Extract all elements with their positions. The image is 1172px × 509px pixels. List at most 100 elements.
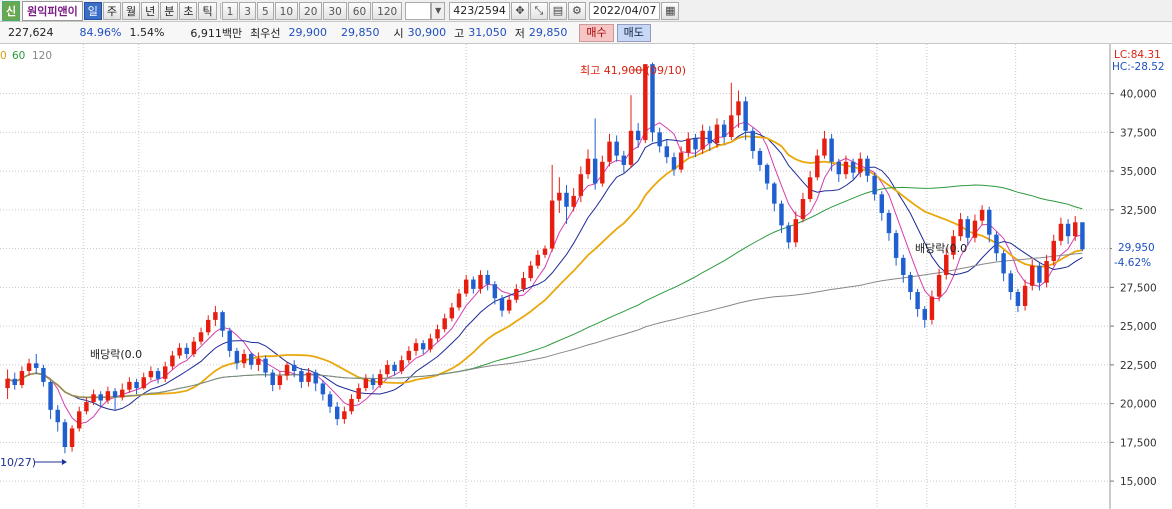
calendar-icon[interactable]: ▦ xyxy=(661,1,680,20)
candle-body xyxy=(12,378,17,385)
save-icon[interactable]: ▤ xyxy=(548,1,567,20)
interval-3-button[interactable]: 3 xyxy=(239,1,256,20)
candle-body xyxy=(635,130,641,141)
candle-body xyxy=(349,398,354,412)
candle-body xyxy=(392,364,397,372)
candle-body xyxy=(55,409,60,423)
y-tick-label: 32,500 xyxy=(1120,205,1157,217)
candle-body xyxy=(442,318,447,330)
period-day-button[interactable]: 일 xyxy=(83,1,102,20)
candle-body xyxy=(836,161,842,175)
candle-body xyxy=(234,350,240,364)
candle-body xyxy=(850,161,856,173)
low-arrow-head xyxy=(61,459,67,465)
candle-body xyxy=(463,279,469,294)
stock-name-field[interactable]: 원익피앤이 xyxy=(22,0,83,21)
annotation-arrows xyxy=(34,67,649,465)
period-tick-button[interactable]: 틱 xyxy=(198,1,217,20)
sell-button[interactable]: 매도 xyxy=(616,23,651,42)
candle-body xyxy=(521,278,526,289)
high-label: 고 xyxy=(454,26,465,40)
candle-body xyxy=(628,130,634,165)
candle-body xyxy=(664,146,670,158)
period-second-button[interactable]: 초 xyxy=(179,1,198,20)
y-tick-label: 25,000 xyxy=(1120,321,1157,333)
candle-body xyxy=(901,257,906,275)
candle-body xyxy=(829,138,834,162)
quote-bar: 227,624 84.96% 1.54% 6,911백만 최우선 29,900 … xyxy=(0,22,1172,44)
interval-30-button[interactable]: 30 xyxy=(323,1,347,20)
candle-body xyxy=(549,200,555,249)
candle-body xyxy=(514,288,519,300)
interval-1-button[interactable]: 1 xyxy=(221,1,239,20)
candle-body xyxy=(26,363,32,372)
candle-body xyxy=(793,219,799,243)
candle-body xyxy=(1030,265,1035,286)
candle-body xyxy=(772,183,777,204)
candle-body xyxy=(987,209,992,235)
candle-body xyxy=(406,350,412,361)
candle-body xyxy=(205,319,211,333)
open-label: 시 xyxy=(393,26,404,40)
candle-body xyxy=(729,115,734,137)
interval-60-button[interactable]: 60 xyxy=(347,1,372,20)
candle-body xyxy=(356,388,361,399)
candle-body xyxy=(69,428,75,447)
candle-body xyxy=(112,391,118,398)
candle-body xyxy=(177,347,182,356)
turnover-value: 1.54% xyxy=(129,26,165,39)
candle-body xyxy=(815,155,820,178)
buy-button[interactable]: 매수 xyxy=(579,23,614,42)
candle-body xyxy=(929,296,935,320)
dividend-annotation: 배당락(0.0 xyxy=(90,348,142,361)
candle-body xyxy=(743,101,748,131)
data-count-field[interactable]: 423/2594 xyxy=(449,1,510,20)
candle-body xyxy=(614,141,619,156)
candle-body xyxy=(270,372,275,385)
low-annotation: 10/27) xyxy=(0,456,36,469)
candle-body xyxy=(1051,240,1056,261)
candle-body xyxy=(600,161,605,184)
interval-20-button[interactable]: 20 xyxy=(299,1,323,20)
candle-body xyxy=(786,225,791,243)
candle-body xyxy=(492,284,498,299)
chevron-down-icon[interactable]: ▼ xyxy=(431,1,446,20)
custom-interval-input[interactable] xyxy=(405,1,432,20)
gear-icon[interactable]: ⚙ xyxy=(567,1,586,20)
toolbar: 신 원익피앤이 일 주 월 년 분 초 틱 1 3 5 10 20 30 60 … xyxy=(0,0,1172,22)
price-chart[interactable]: 15,00017,50020,00022,50025,00027,50030,0… xyxy=(0,44,1172,509)
candle-body xyxy=(915,292,920,310)
candle-body xyxy=(1065,223,1071,237)
candle-body xyxy=(908,274,913,292)
candle-body xyxy=(471,279,476,289)
interval-120-button[interactable]: 120 xyxy=(372,1,403,20)
interval-5-button[interactable]: 5 xyxy=(256,1,274,20)
toolbar-divider xyxy=(219,2,221,19)
zoom-tool-icon[interactable]: ⤡ xyxy=(529,1,548,20)
candle-body xyxy=(721,124,727,137)
candle-body xyxy=(1015,292,1021,306)
best-quote-label: 최우선 xyxy=(250,26,281,40)
period-month-button[interactable]: 월 xyxy=(121,1,141,20)
period-year-button[interactable]: 년 xyxy=(141,1,160,20)
candle-body xyxy=(779,203,784,226)
candle-body xyxy=(994,234,999,254)
hc-readout: HC:-28.52 xyxy=(1112,61,1165,73)
ma-line xyxy=(7,252,1083,398)
period-week-button[interactable]: 주 xyxy=(102,1,121,20)
candle-body xyxy=(764,164,770,184)
candle-body xyxy=(399,360,404,372)
data-total-value: /2594 xyxy=(474,3,506,17)
interval-10-button[interactable]: 10 xyxy=(274,1,299,20)
crosshair-icon[interactable]: ✥ xyxy=(510,1,529,20)
candle-body xyxy=(420,343,426,350)
candle-body xyxy=(377,374,383,385)
period-minute-button[interactable]: 분 xyxy=(160,1,179,20)
candle-body xyxy=(1080,222,1085,250)
candle-body xyxy=(750,130,756,151)
candle-body xyxy=(163,366,168,379)
ma-line xyxy=(7,121,1083,425)
candle-body xyxy=(936,274,942,297)
date-field[interactable]: 2022/04/07 xyxy=(588,1,661,20)
high-value: 31,050 xyxy=(468,26,507,39)
